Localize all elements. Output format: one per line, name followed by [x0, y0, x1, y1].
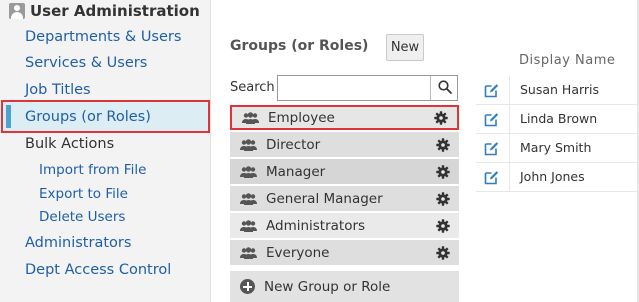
- user-icon: [9, 3, 25, 19]
- edit-cell: [476, 134, 510, 163]
- user-display-name[interactable]: Linda Brown: [520, 111, 597, 126]
- group-icon: [240, 138, 257, 151]
- group-icon: [242, 111, 259, 124]
- group-name: Manager: [266, 163, 326, 180]
- selected-indicator: [6, 105, 11, 128]
- sidebar-item-services-users[interactable]: Services & Users: [25, 53, 147, 73]
- group-name: Administrators: [266, 217, 366, 234]
- sidebar-item-job-titles[interactable]: Job Titles: [25, 80, 91, 100]
- edit-icon[interactable]: [484, 141, 499, 156]
- user-display-name[interactable]: John Jones: [520, 169, 585, 184]
- table-row: Mary Smith: [476, 134, 639, 163]
- gear-icon[interactable]: [436, 191, 450, 206]
- user-display-name[interactable]: Mary Smith: [520, 140, 591, 155]
- edit-cell: [476, 76, 510, 105]
- edit-icon[interactable]: [484, 83, 499, 98]
- edit-cell: [476, 163, 510, 192]
- group-row[interactable]: Everyone: [230, 240, 459, 265]
- search-box: [277, 75, 458, 101]
- sidebar-item-label: Groups (or Roles): [25, 109, 151, 125]
- plus-circle-icon: [240, 279, 255, 294]
- gear-icon[interactable]: [434, 110, 448, 125]
- table-row: Susan Harris: [476, 76, 639, 105]
- group-row[interactable]: Director: [230, 132, 459, 157]
- group-row[interactable]: Administrators: [230, 213, 459, 238]
- sidebar-title: User Administration: [9, 0, 200, 22]
- gear-icon[interactable]: [436, 164, 450, 179]
- sidebar-item-delete-users[interactable]: Delete Users: [39, 207, 125, 227]
- search-input[interactable]: [278, 76, 430, 100]
- table-row: Linda Brown: [476, 105, 639, 134]
- group-icon: [240, 192, 257, 205]
- search-icon[interactable]: [438, 80, 452, 94]
- table-row: John Jones: [476, 163, 639, 192]
- gear-icon[interactable]: [436, 245, 450, 260]
- group-icon: [240, 219, 257, 232]
- edit-icon[interactable]: [484, 170, 499, 185]
- sidebar: User Administration Departments & Users …: [0, 0, 211, 302]
- groups-panel-title: Groups (or Roles): [230, 38, 369, 54]
- sidebar-item-export-to-file[interactable]: Export to File: [39, 184, 128, 204]
- sidebar-section-bulk-actions: Bulk Actions: [25, 136, 115, 152]
- sidebar-item-departments-users[interactable]: Departments & Users: [25, 27, 181, 47]
- new-group-button[interactable]: New: [386, 34, 424, 61]
- group-name: Everyone: [266, 244, 330, 261]
- new-group-or-role[interactable]: New Group or Role: [230, 271, 459, 302]
- edit-cell: [476, 105, 510, 134]
- gear-icon[interactable]: [436, 137, 450, 152]
- edit-icon[interactable]: [484, 112, 499, 127]
- group-row[interactable]: General Manager: [230, 186, 459, 211]
- search-label: Search: [230, 80, 275, 95]
- sidebar-item-import-from-file[interactable]: Import from File: [39, 160, 146, 180]
- group-row[interactable]: Manager: [230, 159, 459, 184]
- gear-icon[interactable]: [436, 218, 450, 233]
- group-name: Employee: [268, 109, 335, 126]
- group-icon: [240, 246, 257, 259]
- group-name: General Manager: [266, 190, 383, 207]
- group-name: Director: [266, 136, 321, 153]
- user-display-name[interactable]: Susan Harris: [520, 82, 599, 97]
- sidebar-item-administrators[interactable]: Administrators: [25, 233, 131, 253]
- new-group-or-role-label: New Group or Role: [264, 278, 391, 295]
- sidebar-item-dept-access-control[interactable]: Dept Access Control: [25, 260, 171, 280]
- group-icon: [240, 165, 257, 178]
- search-divider: [430, 76, 431, 100]
- sidebar-item-groups-roles[interactable]: Groups (or Roles): [1, 100, 210, 133]
- sidebar-title-label: User Administration: [30, 2, 200, 20]
- column-header-display-name[interactable]: Display Name: [519, 53, 615, 68]
- group-row[interactable]: Employee: [230, 105, 459, 130]
